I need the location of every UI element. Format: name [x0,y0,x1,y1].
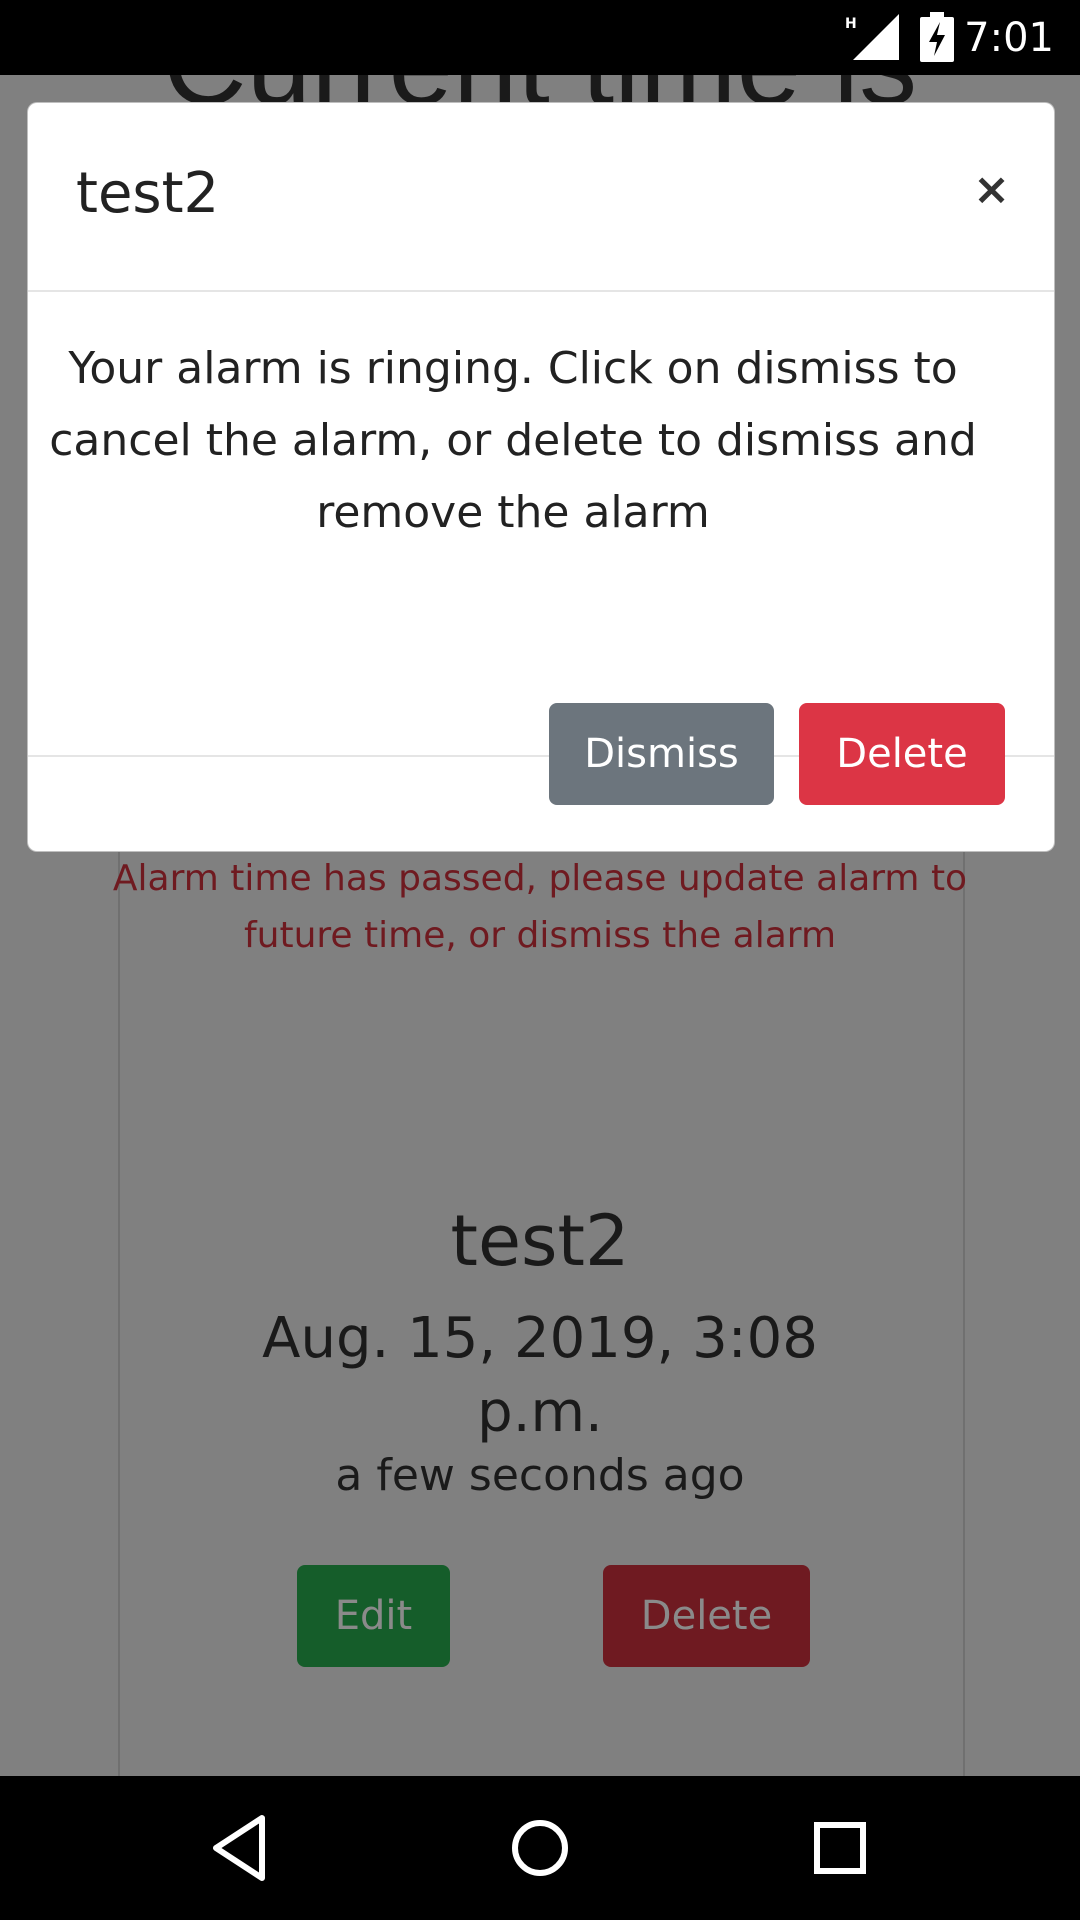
modal-message: Your alarm is ringing. Click on dismiss … [49,343,977,538]
status-time: 7:01 [964,15,1054,61]
alarm-name: test2 [450,1200,630,1282]
back-icon[interactable] [202,1810,278,1886]
alarm-warning-text: Alarm time has passed, please update ala… [112,858,968,956]
alarm-datetime: Aug. 15, 2019, 3:08 p.m. [262,1306,818,1445]
alarm-edit-button[interactable]: Edit [297,1565,450,1667]
alarm-delete-button[interactable]: Delete [603,1565,810,1667]
modal-title: test2 [76,161,220,226]
network-type-label: H [845,16,857,32]
recents-icon[interactable] [802,1810,878,1886]
cell-signal-icon: H [845,14,899,60]
close-icon[interactable]: × [973,165,1010,215]
delete-button[interactable]: Delete [799,703,1005,805]
dismiss-button[interactable]: Dismiss [549,703,774,805]
alarm-relative-time: a few seconds ago [335,1450,745,1501]
modal-header: test2 × [28,103,1054,292]
navigation-bar [0,1776,1080,1920]
status-bar: H 7:01 [0,0,1080,75]
battery-charging-icon [920,12,954,62]
home-icon[interactable] [502,1810,578,1886]
